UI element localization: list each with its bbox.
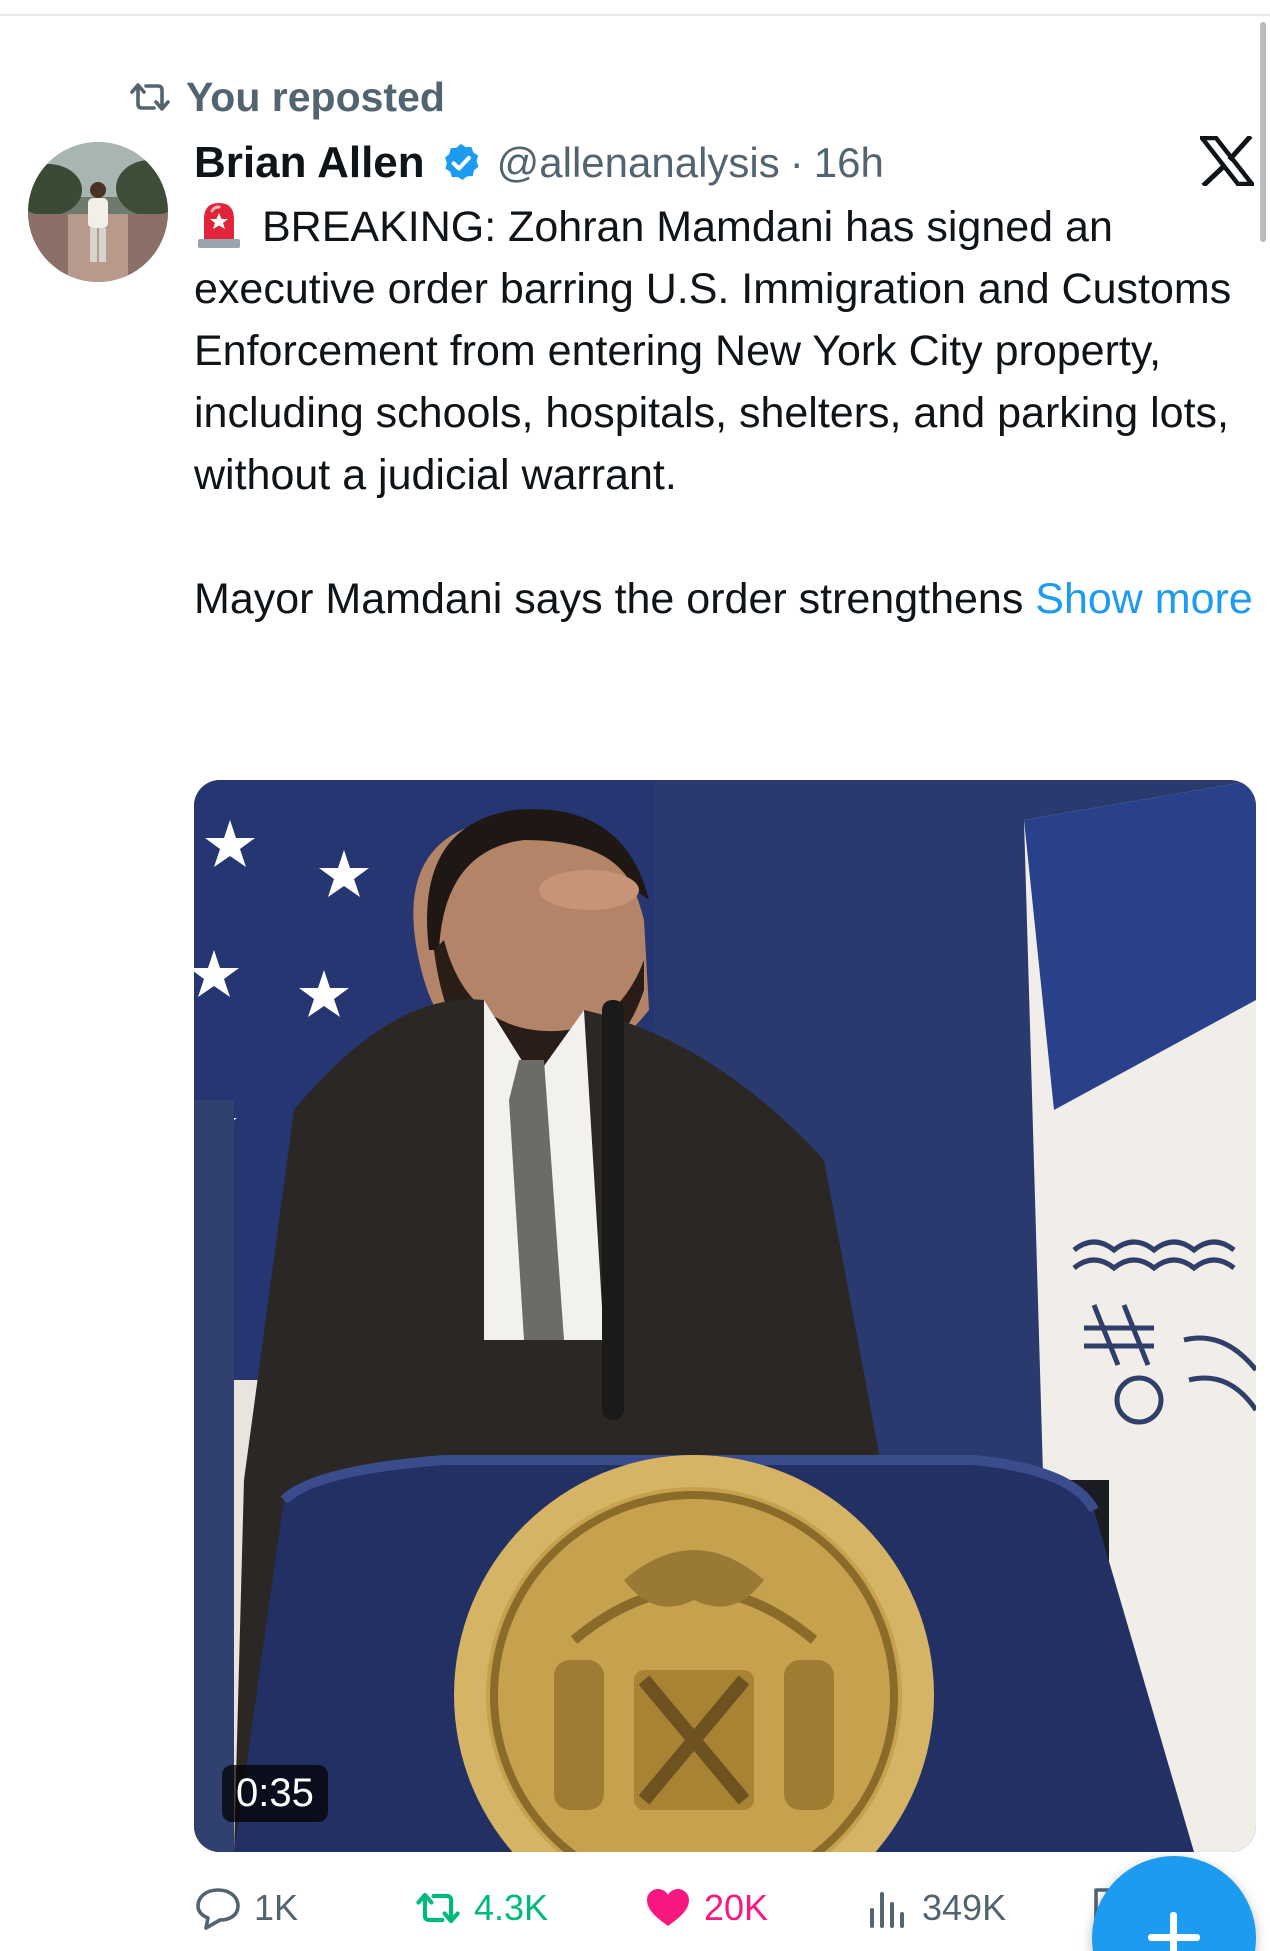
repost-icon	[128, 80, 172, 114]
show-more-link[interactable]: Show more	[1035, 575, 1252, 623]
reply-icon	[194, 1886, 242, 1930]
post-paragraph: Mayor Mamdani says the order strengthens…	[194, 568, 1254, 630]
author-handle[interactable]: @allenanalysis	[497, 139, 780, 187]
top-divider	[0, 14, 1270, 16]
author-name[interactable]: Brian Allen	[194, 138, 425, 188]
views-button[interactable]: 349K	[866, 1880, 1006, 1936]
scrollbar[interactable]	[1260, 22, 1266, 242]
repost-count: 4.3K	[474, 1887, 549, 1928]
views-chart-icon	[866, 1886, 910, 1930]
heart-icon	[644, 1886, 692, 1930]
post-paragraph: BREAKING: Zohran Mamdani has signed an e…	[194, 196, 1254, 506]
post-screen: You reposted Brian Allen @allenanalysis …	[0, 0, 1270, 1951]
post-body: BREAKING: Zohran Mamdani has signed an e…	[194, 196, 1254, 630]
verified-badge-icon	[439, 141, 483, 185]
repost-label: You reposted	[186, 73, 445, 120]
video-player[interactable]: 0:35	[194, 780, 1256, 1852]
like-button[interactable]: 20K	[644, 1880, 768, 1936]
compose-button[interactable]	[1092, 1856, 1256, 1951]
separator: ·	[789, 139, 804, 186]
video-duration: 0:35	[222, 1765, 328, 1822]
reply-count: 1K	[254, 1887, 299, 1928]
police-light-emoji	[194, 197, 244, 251]
post-text-breaking: BREAKING: Zohran Mamdani has signed an e…	[194, 203, 1232, 499]
video-frame	[194, 780, 1256, 1852]
x-logo-icon	[1197, 134, 1257, 188]
post-time[interactable]: 16h	[814, 139, 884, 187]
repost-banner[interactable]: You reposted	[128, 72, 445, 122]
repost-icon	[414, 1889, 462, 1927]
like-count: 20K	[704, 1887, 769, 1928]
post-text-mayor: Mayor Mamdani says the order strengthens	[194, 575, 1024, 623]
reply-button[interactable]: 1K	[194, 1880, 298, 1936]
views-count: 349K	[922, 1887, 1007, 1928]
avatar[interactable]	[28, 142, 168, 282]
post-header: Brian Allen @allenanalysis · 16h	[194, 134, 884, 192]
repost-button[interactable]: 4.3K	[414, 1880, 548, 1936]
